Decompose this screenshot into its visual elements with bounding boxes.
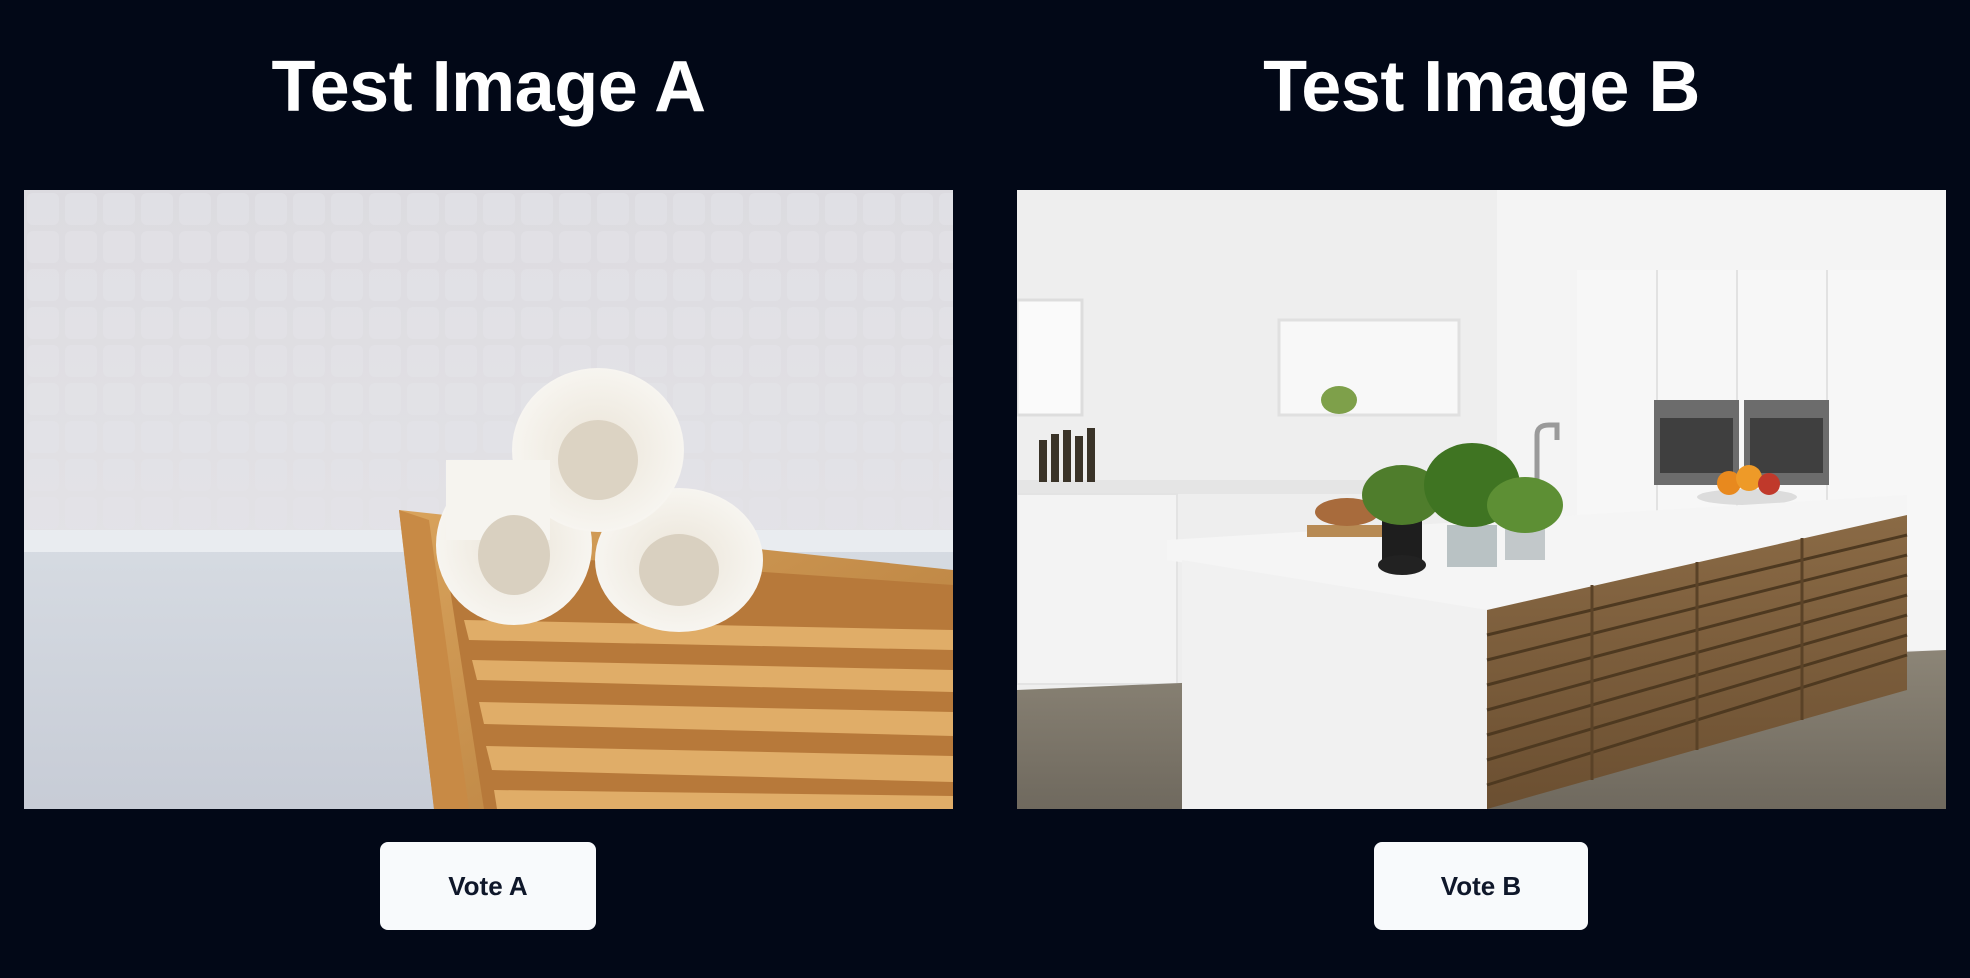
kitchen-photo [1017, 190, 1946, 809]
panel-b: Test Image B Vote B [1017, 0, 1946, 978]
panel-b-title: Test Image B [1263, 47, 1700, 127]
panel-a-title: Test Image A [271, 47, 706, 127]
vote-a-button[interactable]: Vote A [380, 842, 596, 930]
test-image-b [1017, 190, 1946, 809]
panel-a: Test Image A Vote A [24, 0, 953, 978]
vote-b-button[interactable]: Vote B [1374, 842, 1588, 930]
test-image-a [24, 190, 953, 809]
towels-photo [24, 190, 953, 809]
comparison-page: Test Image A Vote A Test Image B Vote B [0, 0, 1970, 978]
